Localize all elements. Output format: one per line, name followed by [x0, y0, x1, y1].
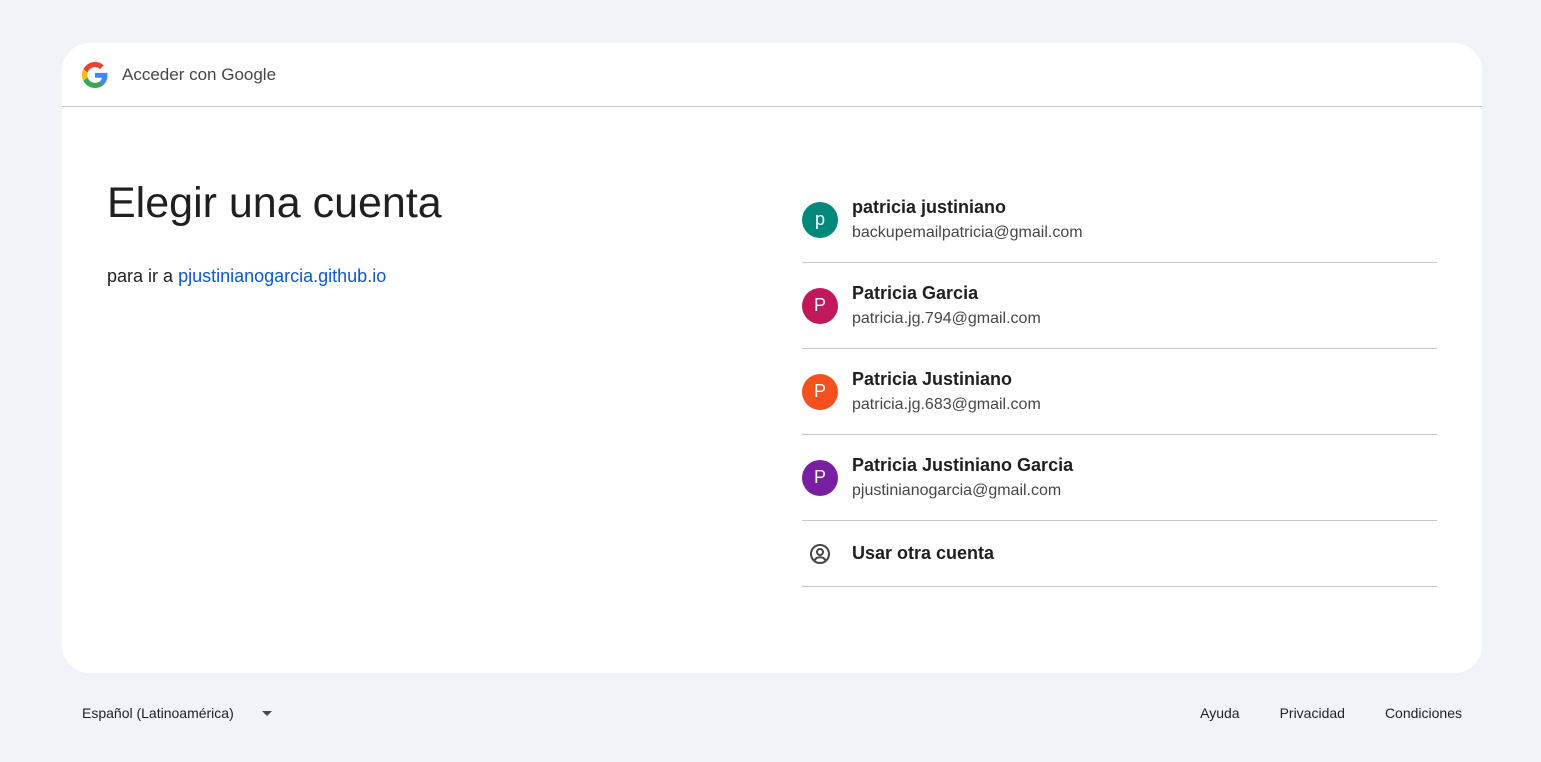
- account-email: patricia.jg.683@gmail.com: [852, 396, 1041, 413]
- account-name: Patricia Justiniano: [852, 369, 1013, 389]
- terms-link[interactable]: Condiciones: [1385, 705, 1462, 721]
- account-email: backupemailpatricia@gmail.com: [852, 224, 1083, 241]
- account-email: patricia.jg.794@gmail.com: [852, 310, 1041, 327]
- dropdown-arrow-icon: [261, 710, 272, 716]
- avatar: P: [802, 373, 838, 410]
- account-item[interactable]: P Patricia Justiniano Garcia pjustinianog…: [802, 435, 1437, 521]
- header-title: Acceder con Google: [122, 64, 277, 84]
- subtitle: para ir a pjustinianogarcia.github.io: [107, 266, 386, 287]
- account-list: p patricia justiniano backupemailpatricia…: [802, 177, 1437, 587]
- subtitle-prefix: para ir a: [107, 266, 174, 286]
- language-label: Español (Latinoamérica): [82, 705, 234, 721]
- account-name: Patricia Garcia: [852, 283, 979, 303]
- use-another-account-label: Usar otra cuenta: [852, 543, 995, 563]
- page-title: Elegir una cuenta: [107, 179, 442, 227]
- language-selector[interactable]: Español (Latinoamérica): [82, 705, 272, 721]
- avatar: P: [802, 287, 838, 324]
- account-item[interactable]: P Patricia Justiniano patricia.jg.683@gma…: [802, 349, 1437, 435]
- account-item[interactable]: P Patricia Garcia patricia.jg.794@gmail.c…: [802, 263, 1437, 349]
- privacy-link[interactable]: Privacidad: [1280, 705, 1345, 721]
- signin-card: Acceder con Google Elegir una cuenta par…: [62, 43, 1482, 673]
- help-link[interactable]: Ayuda: [1200, 705, 1239, 721]
- header: Acceder con Google: [62, 43, 1482, 107]
- google-logo-icon: [82, 61, 108, 88]
- account-name: patricia justiniano: [852, 197, 1007, 217]
- avatar: P: [802, 459, 838, 496]
- account-name: Patricia Justiniano Garcia: [852, 455, 1074, 475]
- site-link[interactable]: pjustinianogarcia.github.io: [178, 266, 386, 286]
- account-circle-icon: [802, 542, 838, 566]
- account-item[interactable]: p patricia justiniano backupemailpatricia…: [802, 177, 1437, 263]
- account-email: pjustinianogarcia@gmail.com: [852, 482, 1062, 499]
- avatar: p: [802, 201, 838, 238]
- use-another-account-button[interactable]: Usar otra cuenta: [802, 521, 1437, 587]
